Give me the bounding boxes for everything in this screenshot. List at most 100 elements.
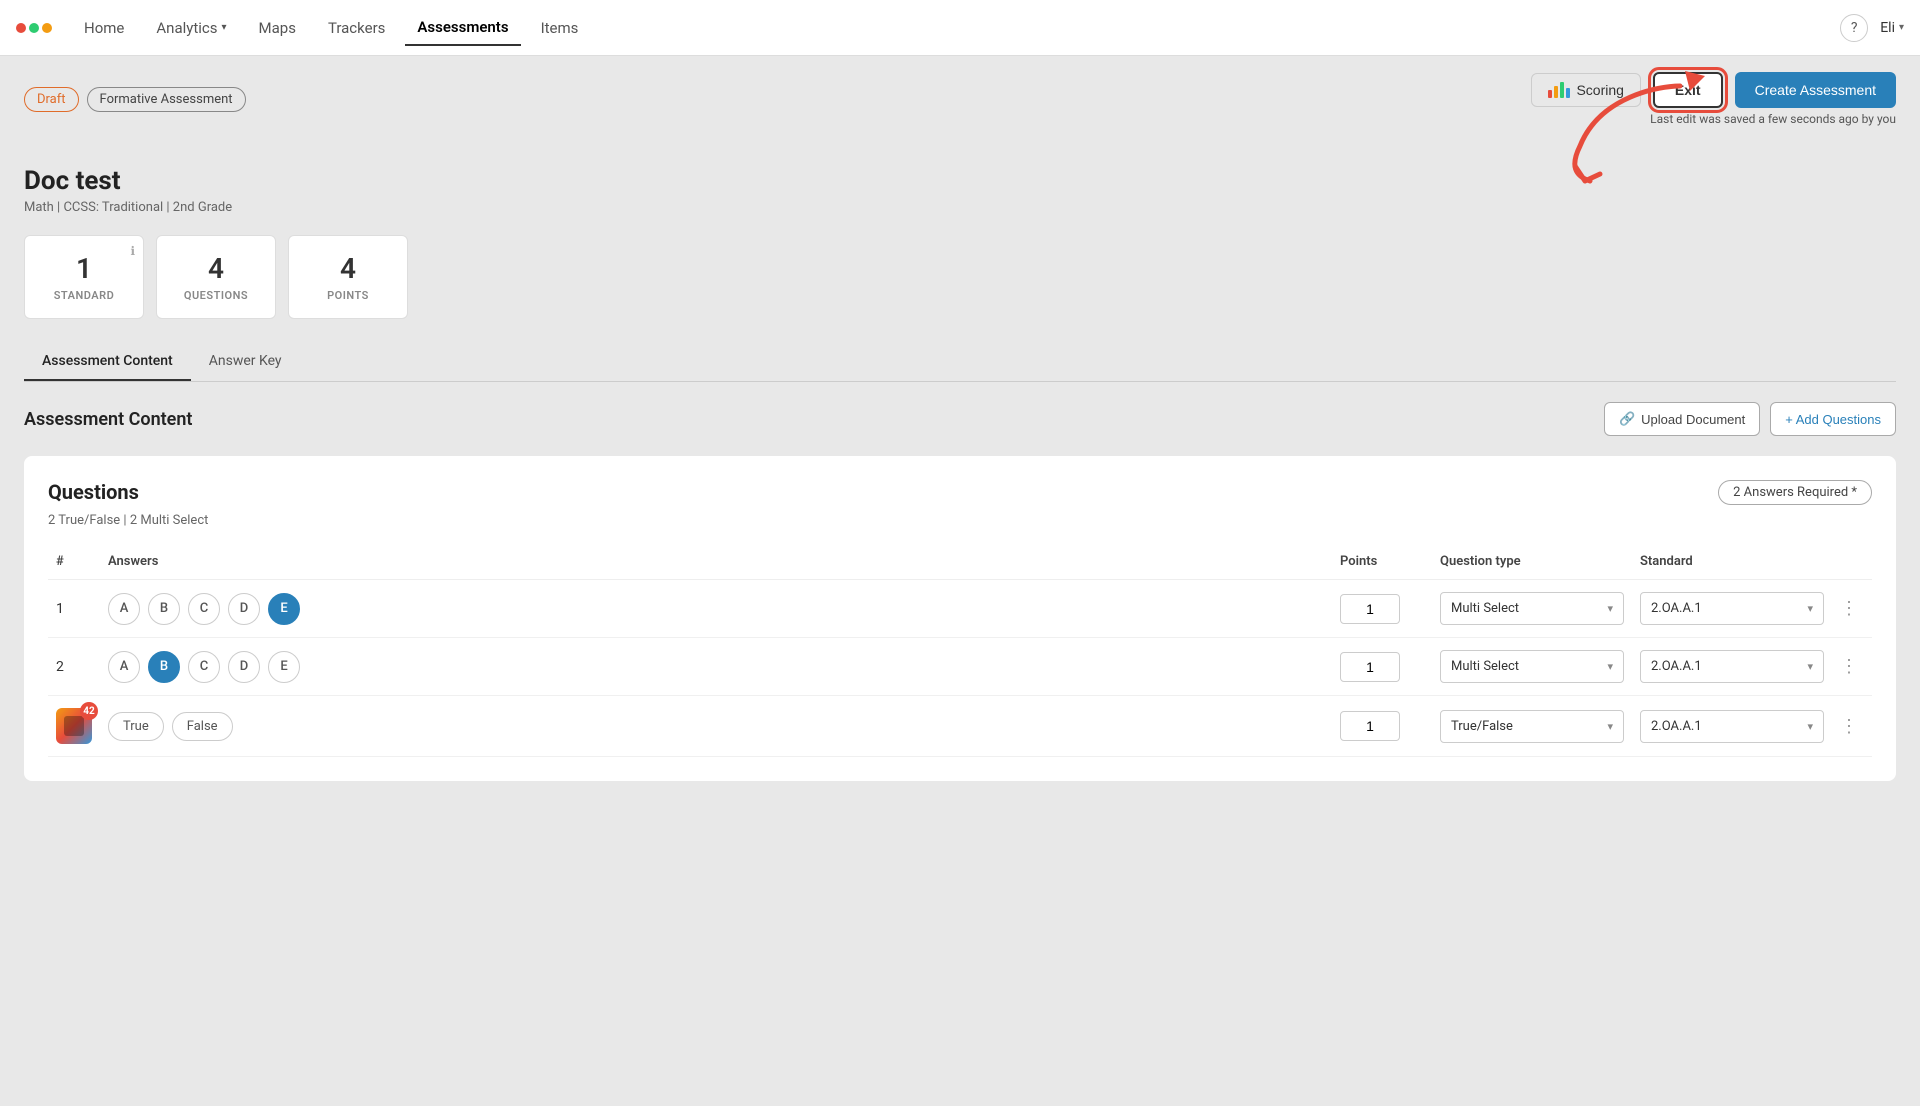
- user-menu[interactable]: Eli ▾: [1880, 20, 1904, 36]
- stat-points: 4 POINTS: [288, 235, 408, 319]
- answer-bubble-c[interactable]: C: [188, 651, 220, 683]
- doc-meta: Math | CCSS: Traditional | 2nd Grade: [24, 200, 1896, 215]
- tab-assessment-content[interactable]: Assessment Content: [24, 343, 191, 381]
- answer-bubbles: A B C D E: [108, 651, 1324, 683]
- help-button[interactable]: ?: [1840, 14, 1868, 42]
- section-title: Assessment Content: [24, 409, 192, 430]
- row-points: [1332, 696, 1432, 757]
- row-answers: A B C D E: [100, 580, 1332, 638]
- nav-maps[interactable]: Maps: [247, 11, 308, 45]
- row-num: 1: [48, 580, 100, 638]
- row-answers: True False: [100, 696, 1332, 757]
- dropdown-chevron-icon: ▾: [1607, 720, 1613, 733]
- col-header-points: Points: [1332, 544, 1432, 580]
- stat-questions-num: 4: [181, 252, 251, 285]
- row-qtype: Multi Select ▾: [1432, 638, 1632, 696]
- row-answers: A B C D E: [100, 638, 1332, 696]
- stat-standard-label: STANDARD: [49, 289, 119, 302]
- answer-bubble-b[interactable]: B: [148, 651, 180, 683]
- answer-bubble-a[interactable]: A: [108, 593, 140, 625]
- formative-badge[interactable]: Formative Assessment: [87, 87, 246, 112]
- nav-assessments[interactable]: Assessments: [405, 10, 520, 46]
- tab-answer-key[interactable]: Answer Key: [191, 343, 300, 381]
- dropdown-chevron-icon: ▾: [1807, 602, 1813, 615]
- row-points: [1332, 580, 1432, 638]
- col-header-answers: Answers: [100, 544, 1332, 580]
- row-menu-button[interactable]: ⋮: [1840, 598, 1864, 619]
- dropdown-chevron-icon: ▾: [1807, 720, 1813, 733]
- dropdown-chevron-icon: ▾: [1607, 660, 1613, 673]
- upload-document-button[interactable]: 🔗 Upload Document: [1604, 402, 1760, 436]
- answer-bubbles: A B C D E: [108, 593, 1324, 625]
- header-actions: Scoring Exit Create Assessment: [1531, 72, 1896, 108]
- standard-dropdown[interactable]: 2.OA.A.1 ▾: [1640, 592, 1824, 625]
- stat-questions: 4 QUESTIONS: [156, 235, 276, 319]
- answer-bubble-e[interactable]: E: [268, 593, 300, 625]
- nav-analytics[interactable]: Analytics ▾: [144, 11, 238, 45]
- questions-header: Questions 2 Answers Required *: [48, 480, 1872, 505]
- table-row: 2 A B C D E: [48, 638, 1872, 696]
- chevron-down-icon: ▾: [222, 22, 227, 33]
- nav-items[interactable]: Items: [529, 11, 591, 45]
- section-header: Assessment Content 🔗 Upload Document + A…: [24, 402, 1896, 436]
- qtype-dropdown[interactable]: Multi Select ▾: [1440, 650, 1624, 683]
- row-menu-button[interactable]: ⋮: [1840, 656, 1864, 677]
- row-standard: 2.OA.A.1 ▾: [1632, 696, 1832, 757]
- stat-questions-label: QUESTIONS: [181, 289, 251, 302]
- col-header-num: #: [48, 544, 100, 580]
- section-actions: 🔗 Upload Document + Add Questions: [1604, 402, 1896, 436]
- points-input[interactable]: [1340, 652, 1400, 682]
- row-menu-button[interactable]: ⋮: [1840, 716, 1864, 737]
- answer-bubble-b[interactable]: B: [148, 593, 180, 625]
- col-header-actions: [1832, 544, 1872, 580]
- stat-points-label: POINTS: [313, 289, 383, 302]
- answer-bubble-d[interactable]: D: [228, 593, 260, 625]
- row-qtype: Multi Select ▾: [1432, 580, 1632, 638]
- nav-home[interactable]: Home: [72, 11, 136, 45]
- scoring-button[interactable]: Scoring: [1531, 73, 1640, 107]
- scoring-chart-icon: [1548, 82, 1570, 98]
- navbar: Home Analytics ▾ Maps Trackers Assessmen…: [0, 0, 1920, 56]
- standard-dropdown[interactable]: 2.OA.A.1 ▾: [1640, 710, 1824, 743]
- answer-false-bubble[interactable]: False: [172, 712, 233, 741]
- sticker-count-badge: 42: [80, 702, 98, 720]
- stat-info-icon[interactable]: ℹ: [130, 244, 135, 258]
- nav-links: Home Analytics ▾ Maps Trackers Assessmen…: [72, 10, 1840, 46]
- row-standard: 2.OA.A.1 ▾: [1632, 580, 1832, 638]
- main-content: Doc test Math | CCSS: Traditional | 2nd …: [0, 142, 1920, 1106]
- nav-trackers[interactable]: Trackers: [316, 11, 397, 45]
- row-standard: 2.OA.A.1 ▾: [1632, 638, 1832, 696]
- questions-sub: 2 True/False | 2 Multi Select: [48, 513, 1872, 528]
- questions-container: Questions 2 Answers Required * 2 True/Fa…: [24, 456, 1896, 781]
- row-action: ⋮: [1832, 580, 1872, 638]
- exit-button[interactable]: Exit: [1653, 72, 1723, 108]
- qtype-dropdown[interactable]: Multi Select ▾: [1440, 592, 1624, 625]
- stat-standard: 1 STANDARD ℹ: [24, 235, 144, 319]
- qtype-dropdown[interactable]: True/False ▾: [1440, 710, 1624, 743]
- col-header-qtype: Question type: [1432, 544, 1632, 580]
- questions-title: Questions: [48, 480, 139, 504]
- add-questions-button[interactable]: + Add Questions: [1770, 402, 1896, 436]
- row-num: 42: [48, 696, 100, 757]
- answer-true-bubble[interactable]: True: [108, 712, 164, 741]
- points-input[interactable]: [1340, 711, 1400, 741]
- row-points: [1332, 638, 1432, 696]
- nav-right: ? Eli ▾: [1840, 14, 1904, 42]
- points-input[interactable]: [1340, 594, 1400, 624]
- table-row: 42 True False: [48, 696, 1872, 757]
- answer-bubble-d[interactable]: D: [228, 651, 260, 683]
- content-tabs: Assessment Content Answer Key: [24, 343, 1896, 382]
- link-icon: 🔗: [1619, 411, 1635, 427]
- answer-bubble-c[interactable]: C: [188, 593, 220, 625]
- create-assessment-button[interactable]: Create Assessment: [1735, 72, 1896, 108]
- doc-title: Doc test: [24, 166, 1896, 196]
- answer-bubble-a[interactable]: A: [108, 651, 140, 683]
- answer-bubble-e[interactable]: E: [268, 651, 300, 683]
- save-note: Last edit was saved a few seconds ago by…: [1650, 112, 1896, 126]
- draft-badge[interactable]: Draft: [24, 87, 79, 112]
- row-qtype: True/False ▾: [1432, 696, 1632, 757]
- user-chevron-icon: ▾: [1899, 22, 1904, 33]
- standard-dropdown[interactable]: 2.OA.A.1 ▾: [1640, 650, 1824, 683]
- dropdown-chevron-icon: ▾: [1607, 602, 1613, 615]
- row-num: 2: [48, 638, 100, 696]
